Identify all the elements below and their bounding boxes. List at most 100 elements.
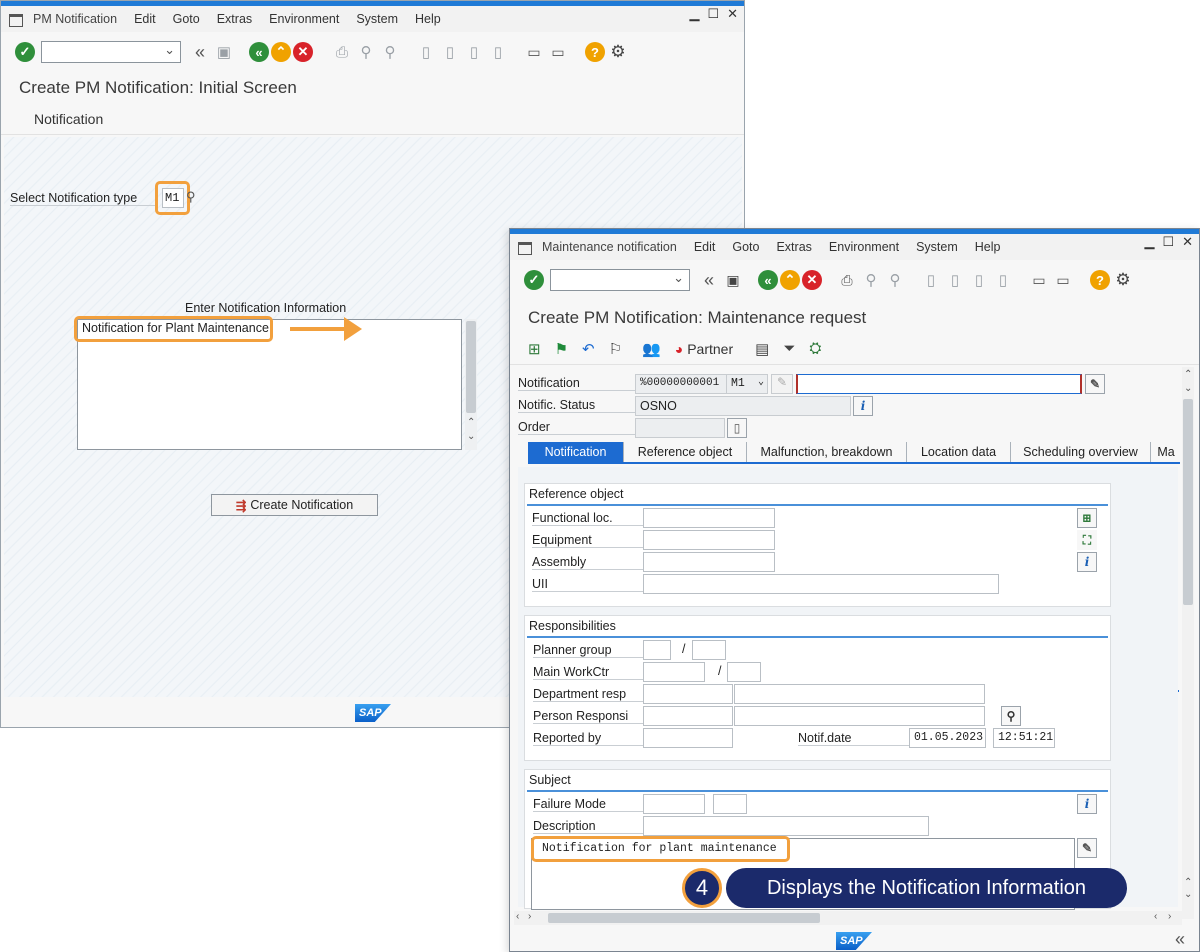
overview-icon[interactable]: ⊞: [528, 340, 541, 358]
h-scroll-thumb[interactable]: [548, 913, 820, 923]
object-info-icon[interactable]: i: [1077, 552, 1097, 572]
dropdown-icon[interactable]: ⌄: [758, 376, 764, 388]
scroll-down-icon[interactable]: ⌄: [467, 431, 475, 442]
scroll-up-icon[interactable]: ⌃: [467, 417, 475, 428]
next-page-icon[interactable]: ▯: [968, 269, 990, 291]
long-text-icon[interactable]: ✎: [1085, 374, 1105, 394]
tab-reference-object[interactable]: Reference object: [624, 442, 747, 462]
long-text-edit-icon[interactable]: ✎: [1077, 838, 1097, 858]
scroll-left-icon[interactable]: ‹: [516, 911, 519, 922]
assembly-input[interactable]: [643, 552, 775, 572]
short-text-input[interactable]: [796, 374, 1082, 394]
scroll-down-bottom-icon[interactable]: ⌄: [1184, 889, 1192, 900]
tab-scheduling-overview[interactable]: Scheduling overview: [1011, 442, 1151, 462]
uii-input[interactable]: [643, 574, 999, 594]
equipment-input[interactable]: [643, 530, 775, 550]
settings-gear-icon[interactable]: ⚙: [1112, 269, 1134, 291]
back-icon[interactable]: «: [249, 42, 269, 62]
back-nav-icon[interactable]: «: [698, 269, 720, 291]
prev-page-icon[interactable]: ▯: [944, 269, 966, 291]
status-info-icon[interactable]: i: [853, 396, 873, 416]
find-next-icon[interactable]: ⚲: [884, 269, 906, 291]
minimize-icon[interactable]: ▁: [689, 6, 699, 22]
reported-by-input[interactable]: [643, 728, 733, 748]
notif-time-input[interactable]: 12:51:21: [993, 728, 1055, 748]
maximize-icon[interactable]: ☐: [1162, 234, 1174, 250]
first-page-icon[interactable]: ▯: [415, 41, 437, 63]
cancel-icon[interactable]: ✕: [802, 270, 822, 290]
menu-icon[interactable]: [9, 13, 23, 27]
order-field[interactable]: [635, 418, 725, 438]
maximize-icon[interactable]: ☐: [707, 6, 719, 22]
functional-loc-input[interactable]: [643, 508, 775, 528]
find-next-icon[interactable]: ⚲: [379, 41, 401, 63]
last-page-icon[interactable]: ▯: [487, 41, 509, 63]
tab-location-data[interactable]: Location data: [907, 442, 1011, 462]
menu-environment[interactable]: Environment: [829, 240, 899, 254]
create-notification-button[interactable]: ⇶ Create Notification: [211, 494, 378, 516]
scroll-thumb[interactable]: [466, 321, 476, 413]
value-help-icon[interactable]: ⚲: [186, 189, 196, 205]
menu-edit[interactable]: Edit: [694, 240, 716, 254]
planner-group-input[interactable]: [643, 640, 671, 660]
back-icon[interactable]: «: [758, 270, 778, 290]
flag-icon[interactable]: ⚑: [555, 340, 568, 358]
undo-icon[interactable]: ↶: [582, 340, 595, 358]
scroll-thumb[interactable]: [1183, 399, 1193, 605]
command-field[interactable]: [550, 269, 690, 291]
tab-malfunction[interactable]: Malfunction, breakdown: [747, 442, 907, 462]
scroll-left-end-icon[interactable]: ‹: [1154, 911, 1157, 922]
menu-help[interactable]: Help: [415, 12, 441, 26]
main-horizontal-scrollbar[interactable]: ‹ › ‹ ›: [514, 911, 1182, 925]
main-workctr-input[interactable]: [643, 662, 705, 682]
menu-system[interactable]: System: [916, 240, 958, 254]
last-page-icon[interactable]: ▯: [992, 269, 1014, 291]
command-field[interactable]: [41, 41, 181, 63]
scroll-up-icon[interactable]: ⌃: [1184, 369, 1192, 380]
help-icon[interactable]: ?: [585, 42, 605, 62]
partner-icon[interactable]: 👥: [642, 340, 661, 358]
create-session-icon[interactable]: ▭: [1028, 269, 1050, 291]
menu-environment[interactable]: Environment: [269, 12, 339, 26]
shortcut-icon[interactable]: ▭: [1052, 269, 1074, 291]
print-icon[interactable]: ⎙: [331, 41, 353, 63]
back-nav-icon[interactable]: «: [189, 41, 211, 63]
notif-type-field[interactable]: M1 ⌄: [726, 374, 768, 394]
close-icon[interactable]: ✕: [727, 6, 738, 22]
funnel-icon[interactable]: ⏷: [783, 340, 795, 357]
failure-mode-code-input[interactable]: [713, 794, 747, 814]
collapse-status-icon[interactable]: «: [1175, 929, 1185, 950]
find-icon[interactable]: ⚲: [355, 41, 377, 63]
enter-icon[interactable]: ✓: [15, 42, 35, 62]
department-resp-input[interactable]: [643, 684, 733, 704]
settings-gear-icon[interactable]: ⚙: [607, 41, 629, 63]
next-page-icon[interactable]: ▯: [463, 41, 485, 63]
create-session-icon[interactable]: ▭: [523, 41, 545, 63]
planner-plant-input[interactable]: [692, 640, 726, 660]
scroll-up-bottom-icon[interactable]: ⌃: [1184, 877, 1192, 888]
first-page-icon[interactable]: ▯: [920, 269, 942, 291]
person-resp-input[interactable]: [643, 706, 733, 726]
description-input[interactable]: [643, 816, 929, 836]
binoculars-icon[interactable]: ⚲: [1001, 706, 1021, 726]
enter-icon[interactable]: ✓: [524, 270, 544, 290]
menu-icon[interactable]: [518, 241, 532, 255]
save-icon[interactable]: ▣: [722, 269, 744, 291]
find-icon[interactable]: ⚲: [860, 269, 882, 291]
help-icon[interactable]: ?: [1090, 270, 1110, 290]
prev-page-icon[interactable]: ▯: [439, 41, 461, 63]
menu-extras[interactable]: Extras: [776, 240, 811, 254]
subject-info-icon[interactable]: i: [1077, 794, 1097, 814]
menu-extras[interactable]: Extras: [217, 12, 252, 26]
user-transfer-icon[interactable]: ⛭: [809, 340, 821, 357]
hierarchy-icon[interactable]: ⛶: [1077, 530, 1097, 550]
structure-icon[interactable]: ⊞: [1077, 508, 1097, 528]
edit-pencil-icon[interactable]: ✎: [771, 374, 793, 394]
partner-button[interactable]: ◕ Partner: [675, 341, 733, 357]
scroll-right-icon[interactable]: ›: [528, 911, 531, 922]
shortcut-icon[interactable]: ▭: [547, 41, 569, 63]
minimize-icon[interactable]: ▁: [1144, 234, 1154, 250]
main-vertical-scrollbar[interactable]: ⌃ ⌄ ⌃ ⌄: [1182, 367, 1194, 919]
cancel-icon[interactable]: ✕: [293, 42, 313, 62]
failure-mode-input[interactable]: [643, 794, 705, 814]
